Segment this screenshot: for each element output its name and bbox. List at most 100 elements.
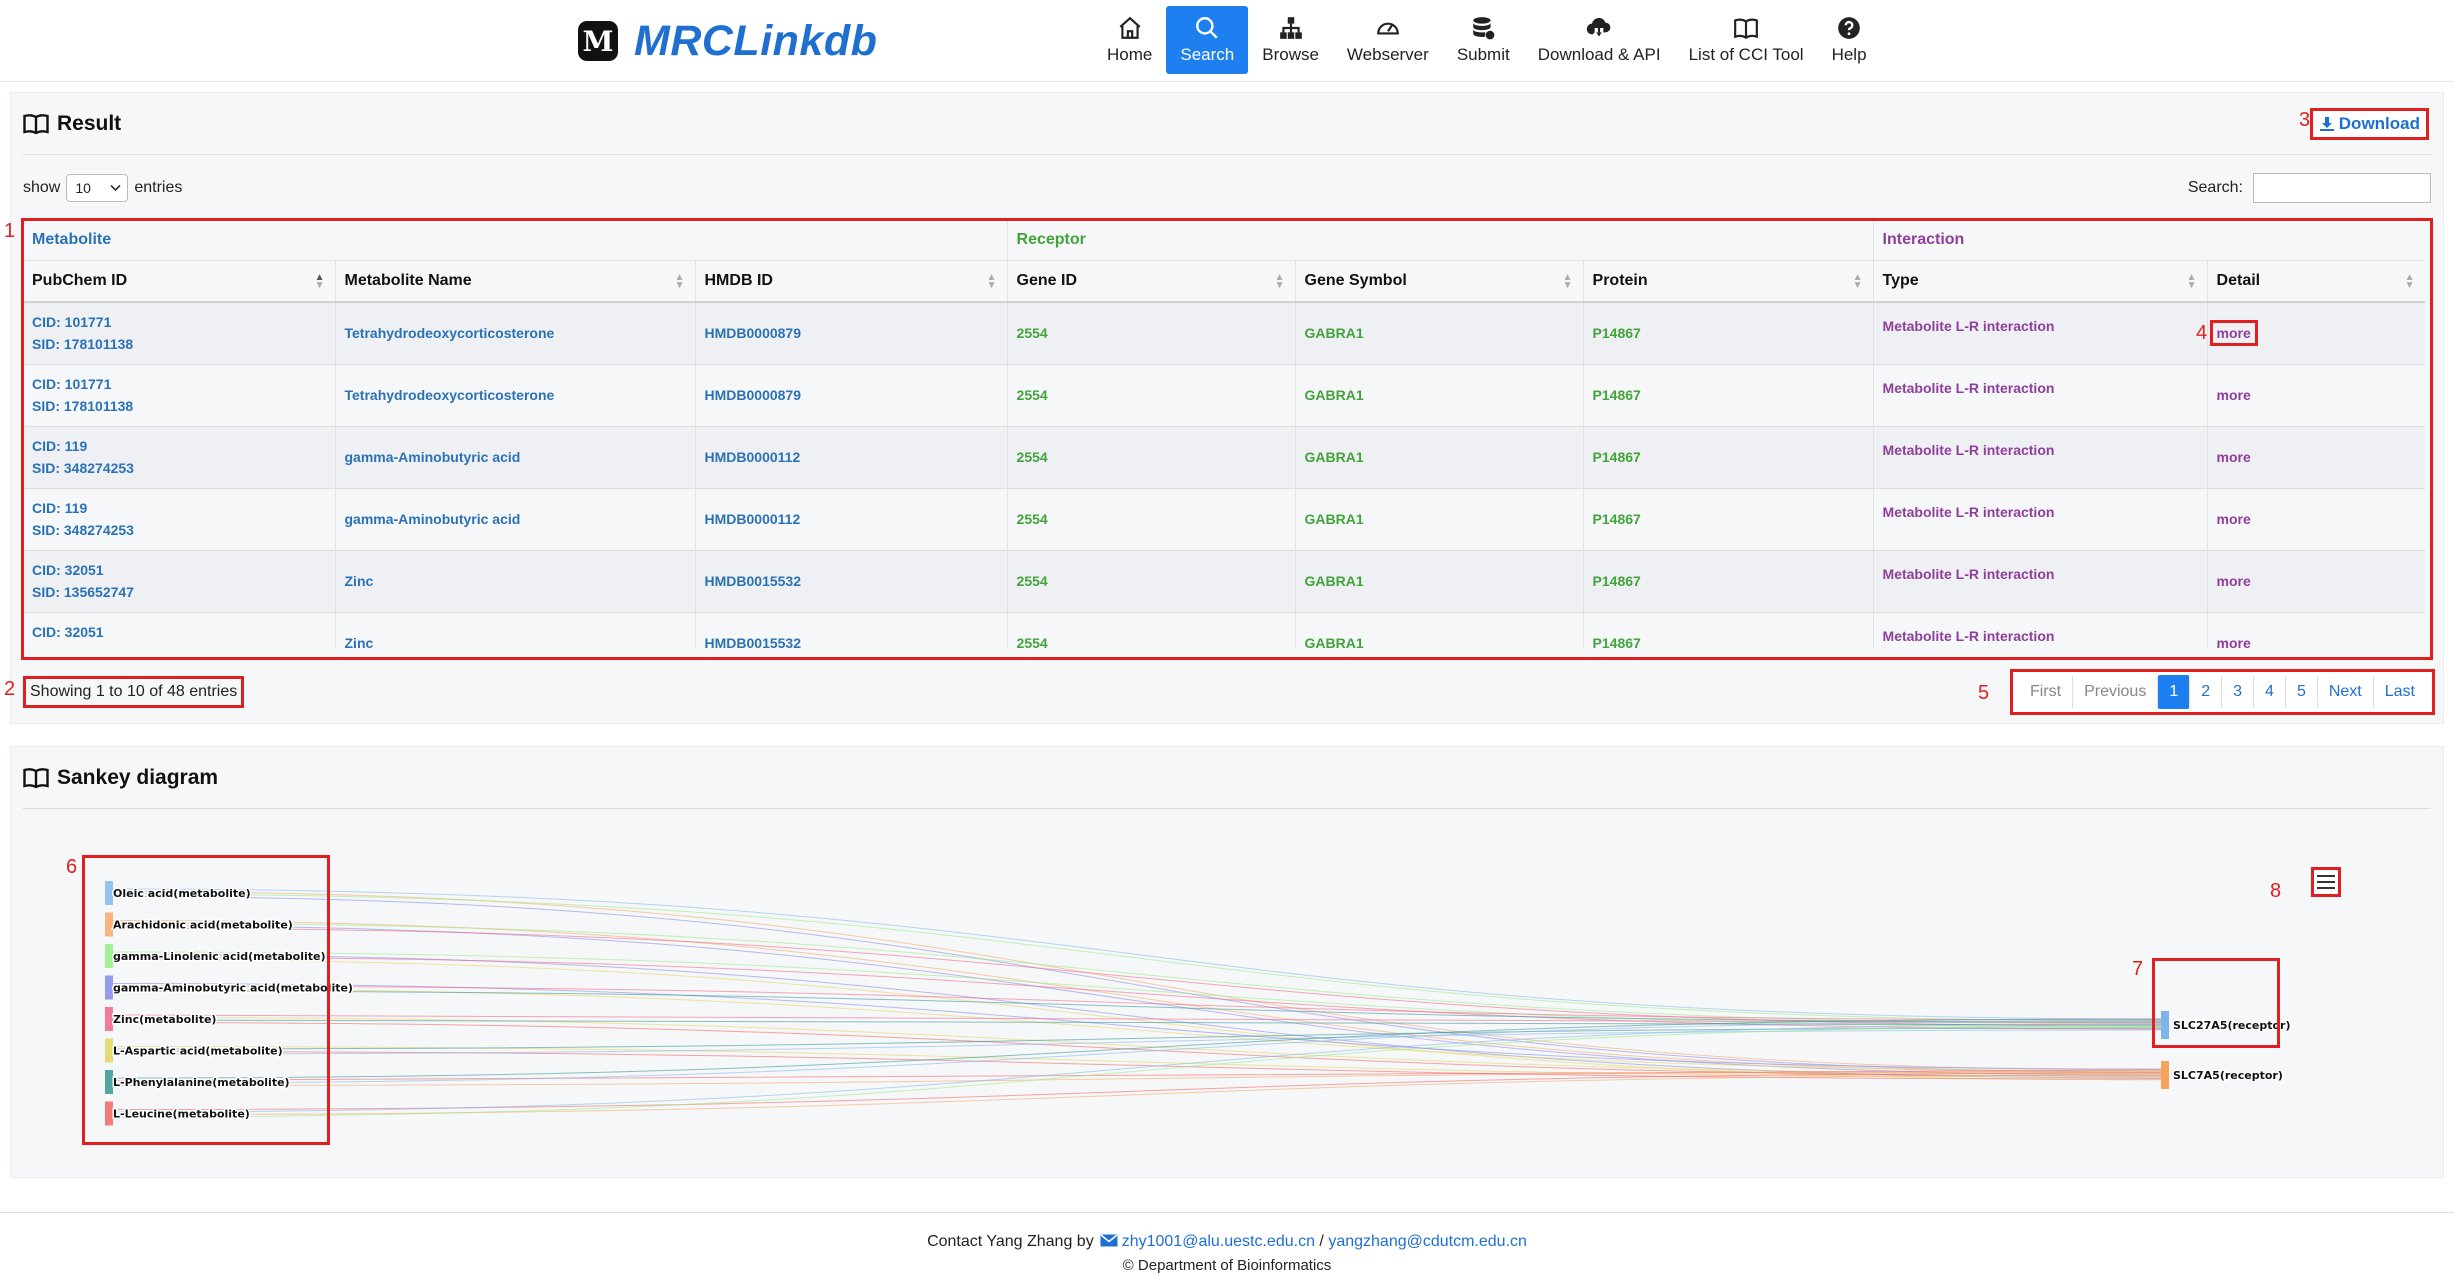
hmdb-link[interactable]: HMDB0015532 [695,550,1008,612]
protein-link[interactable]: P14867 [1583,550,1874,612]
nav-webserver[interactable]: Webserver [1333,6,1443,74]
metabolite-name-link[interactable]: Tetrahydrodeoxycorticosterone [335,364,696,426]
sankey-source-node[interactable] [105,944,113,968]
sankey-link[interactable] [112,891,2162,1071]
search-input[interactable] [2253,173,2431,203]
sankey-link[interactable] [112,920,2162,1074]
page-button-next[interactable]: Next [2318,675,2374,709]
metabolite-name-link[interactable]: Zinc [335,612,696,648]
more-link[interactable]: more [2217,387,2251,403]
cid-link[interactable]: CID: 32051 [32,559,326,581]
sankey-link[interactable] [112,927,2162,1027]
gene-id-link[interactable]: 2554 [1007,302,1296,364]
sankey-source-node[interactable] [105,1070,113,1094]
gene-symbol-link[interactable]: GABRA1 [1295,426,1584,488]
sankey-source-node[interactable] [105,1101,113,1126]
sankey-link[interactable] [112,888,2162,1020]
protein-link[interactable]: P14867 [1583,488,1874,550]
page-button-last[interactable]: Last [2374,675,2426,709]
nav-cci-tools[interactable]: List of CCI Tool [1675,6,1818,74]
page-button-2[interactable]: 2 [2190,675,2223,709]
hmdb-link[interactable]: HMDB0000879 [695,302,1008,364]
sid-link[interactable]: SID: 135652747 [32,643,326,648]
gene-symbol-link[interactable]: GABRA1 [1295,302,1584,364]
sid-link[interactable]: SID: 178101138 [32,333,326,355]
metabolite-name-link[interactable]: Zinc [335,550,696,612]
sankey-link[interactable] [112,956,2162,1030]
cid-link[interactable]: CID: 101771 [32,311,326,333]
page-button-5[interactable]: 5 [2286,675,2318,709]
brand[interactable]: M MRCLinkdb [578,14,877,68]
sankey-source-node[interactable] [105,975,113,1000]
column-header-type[interactable]: Type ▲ ▼ [1873,260,2208,303]
protein-link[interactable]: P14867 [1583,364,1874,426]
hmdb-link[interactable]: HMDB0015532 [695,612,1008,648]
column-header-detail[interactable]: Detail ▲ ▼ [2207,260,2425,303]
page-button-1[interactable]: 1 [2158,675,2191,709]
email-link-1[interactable]: zhy1001@alu.uestc.edu.cn [1122,1233,1315,1250]
entries-select[interactable]: 10 [66,174,129,202]
hmdb-link[interactable]: HMDB0000879 [695,364,1008,426]
nav-help[interactable]: Help [1818,6,1881,74]
cid-link[interactable]: CID: 101771 [32,373,326,395]
gene-symbol-link[interactable]: GABRA1 [1295,364,1584,426]
gene-id-link[interactable]: 2554 [1007,550,1296,612]
gene-id-link[interactable]: 2554 [1007,426,1296,488]
sankey-link[interactable] [112,1029,2162,1055]
nav-browse[interactable]: Browse [1248,6,1333,74]
sankey-source-node[interactable] [105,881,113,905]
protein-link[interactable]: P14867 [1583,612,1874,648]
page-button-previous[interactable]: Previous [2073,675,2159,709]
nav-label: Home [1107,45,1153,64]
column-header-hmdb-id[interactable]: HMDB ID ▲ ▼ [695,260,1008,303]
nav-download-api[interactable]: Download & API [1524,6,1675,74]
sankey-source-node[interactable] [105,1007,113,1031]
sankey-source-node[interactable] [105,1038,113,1063]
page-button-first[interactable]: First [2019,675,2074,709]
sankey-link[interactable] [112,922,2162,1025]
column-header-metabolite-name[interactable]: Metabolite Name ▲ ▼ [335,260,696,303]
column-header-pubchem-id[interactable]: PubChem ID ▲ ▼ [23,260,336,303]
chart-menu-button[interactable] [2311,867,2341,897]
more-link[interactable]: more [2209,320,2258,347]
more-link[interactable]: more [2217,635,2251,648]
protein-link[interactable]: P14867 [1583,302,1874,364]
sankey-target-node[interactable] [2161,1061,2169,1089]
metabolite-name-link[interactable]: gamma-Aminobutyric acid [335,488,696,550]
protein-link[interactable]: P14867 [1583,426,1874,488]
cid-link[interactable]: CID: 119 [32,435,326,457]
sid-link[interactable]: SID: 178101138 [32,395,326,417]
download-button[interactable]: Download [2309,108,2429,140]
gene-id-link[interactable]: 2554 [1007,488,1296,550]
column-header-gene-symbol[interactable]: Gene Symbol ▲ ▼ [1295,260,1584,303]
gene-symbol-link[interactable]: GABRA1 [1295,612,1584,648]
sid-link[interactable]: SID: 135652747 [32,581,326,603]
nav-submit[interactable]: Submit [1443,6,1524,74]
hmdb-link[interactable]: HMDB0000112 [695,426,1008,488]
gene-symbol-link[interactable]: GABRA1 [1295,488,1584,550]
nav-home[interactable]: Home [1093,6,1166,74]
more-link[interactable]: more [2217,449,2251,465]
hmdb-link[interactable]: HMDB0000112 [695,488,1008,550]
more-link[interactable]: more [2217,573,2251,589]
sankey-source-node[interactable] [105,912,113,937]
more-link[interactable]: more [2217,511,2251,527]
page-button-3[interactable]: 3 [2222,675,2255,709]
gene-id-link[interactable]: 2554 [1007,364,1296,426]
page-button-4[interactable]: 4 [2254,675,2286,709]
sid-link[interactable]: SID: 348274253 [32,457,326,479]
metabolite-name-link[interactable]: gamma-Aminobutyric acid [335,426,696,488]
cid-link[interactable]: CID: 119 [32,497,326,519]
cid-link[interactable]: CID: 32051 [32,621,326,643]
email-link-2[interactable]: yangzhang@cdutcm.edu.cn [1328,1233,1527,1250]
sankey-target-node[interactable] [2161,1011,2169,1039]
gene-symbol-link[interactable]: GABRA1 [1295,550,1584,612]
sid-link[interactable]: SID: 348274253 [32,519,326,541]
metabolite-name-link[interactable]: Tetrahydrodeoxycorticosterone [335,302,696,364]
sankey-link[interactable] [112,893,2162,1022]
nav-search[interactable]: Search [1166,6,1249,74]
column-header-gene-id[interactable]: Gene ID ▲ ▼ [1007,260,1296,303]
sankey-link[interactable] [112,990,2162,1023]
column-header-protein[interactable]: Protein ▲ ▼ [1583,260,1874,303]
gene-id-link[interactable]: 2554 [1007,612,1296,648]
